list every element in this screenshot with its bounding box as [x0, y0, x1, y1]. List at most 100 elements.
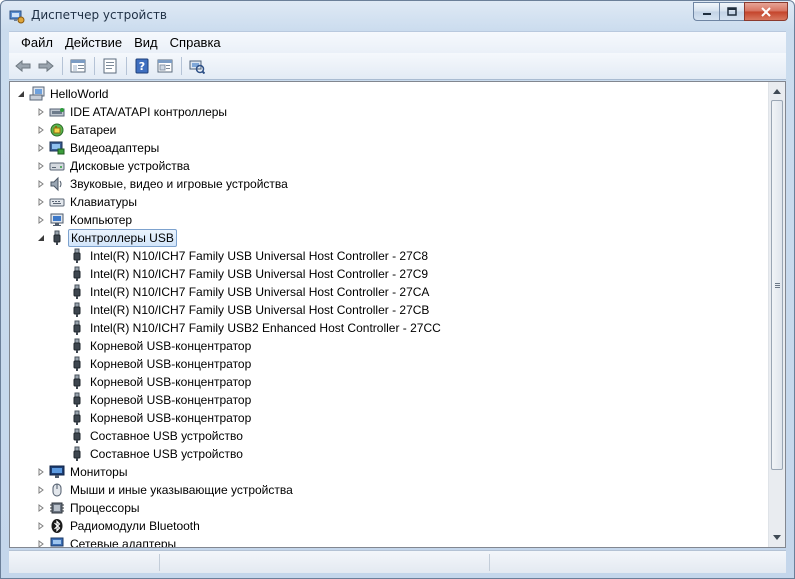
tree-category[interactable]: Видеоадаптеры — [36, 139, 161, 157]
forward-button[interactable] — [35, 55, 57, 77]
tree-category[interactable]: IDE ATA/ATAPI контроллеры — [36, 103, 229, 121]
menu-action[interactable]: Действие — [59, 35, 128, 50]
tree-device-label[interactable]: Intel(R) N10/ICH7 Family USB Universal H… — [88, 284, 431, 300]
expand-arrow-icon[interactable] — [36, 539, 46, 547]
show-hide-tree-icon — [70, 59, 86, 73]
tree-category-label[interactable]: Радиомодули Bluetooth — [68, 518, 202, 534]
usb-plug-icon — [49, 230, 65, 246]
expand-arrow-icon[interactable] — [36, 485, 46, 495]
expand-arrow-icon[interactable] — [36, 179, 46, 189]
scroll-thumb-grip — [775, 285, 780, 286]
help-button[interactable]: ? — [131, 55, 153, 77]
tree-root[interactable]: HelloWorld — [16, 85, 110, 103]
tree-category-label[interactable]: IDE ATA/ATAPI контроллеры — [68, 104, 229, 120]
tree-category[interactable]: Мыши и иные указывающие устройства — [36, 481, 295, 499]
forward-icon — [38, 59, 54, 73]
tree-device[interactable]: Intel(R) N10/ICH7 Family USB2 Enhanced H… — [69, 319, 443, 337]
tree-category[interactable]: Компьютер — [36, 211, 134, 229]
usb-plug-icon — [69, 410, 85, 426]
toolbar: ? — [9, 53, 786, 80]
tree-category[interactable]: Мониторы — [36, 463, 129, 481]
scroll-up-button[interactable] — [769, 83, 785, 99]
device-tree[interactable]: HelloWorld IDE ATA/ATAPI контроллеры Бат… — [10, 82, 770, 547]
tree-category[interactable]: Процессоры — [36, 499, 142, 517]
tree-category-label[interactable]: Процессоры — [68, 500, 142, 516]
expand-arrow-icon[interactable] — [36, 197, 46, 207]
expand-arrow-icon[interactable] — [36, 161, 46, 171]
expand-arrow-icon[interactable] — [36, 521, 46, 531]
tree-device-label[interactable]: Составное USB устройство — [88, 428, 245, 444]
back-button[interactable] — [12, 55, 34, 77]
tree-device[interactable]: Корневой USB-концентратор — [69, 337, 253, 355]
computer-icon — [29, 86, 45, 102]
tree-category-label[interactable]: Сетевые адаптеры — [68, 536, 178, 547]
tree-device-label[interactable]: Intel(R) N10/ICH7 Family USB Universal H… — [88, 302, 431, 318]
expand-arrow-icon[interactable] — [36, 107, 46, 117]
tree-category-label[interactable]: Контроллеры USB — [68, 229, 177, 247]
close-icon — [761, 6, 771, 17]
monitor-icon — [49, 464, 65, 480]
scroll-down-button[interactable] — [769, 530, 785, 546]
usb-plug-icon — [69, 302, 85, 318]
expand-arrow-icon[interactable] — [36, 215, 46, 225]
tree-category-label[interactable]: Компьютер — [68, 212, 134, 228]
tree-device[interactable]: Intel(R) N10/ICH7 Family USB Universal H… — [69, 247, 430, 265]
maximize-button[interactable] — [719, 2, 744, 21]
menu-file[interactable]: Файл — [15, 35, 59, 50]
tree-category[interactable]: Сетевые адаптеры — [36, 535, 178, 547]
tree-device-label[interactable]: Составное USB устройство — [88, 446, 245, 462]
scroll-thumb[interactable] — [771, 100, 783, 470]
tree-category[interactable]: Батареи — [36, 121, 118, 139]
collapse-arrow-icon[interactable] — [36, 233, 46, 243]
tree-category-label[interactable]: Батареи — [68, 122, 118, 138]
minimize-button[interactable] — [693, 2, 719, 21]
caption-buttons — [693, 2, 788, 22]
scroll-down-arrow-icon — [773, 535, 781, 540]
expand-arrow-icon[interactable] — [36, 125, 46, 135]
tree-device[interactable]: Intel(R) N10/ICH7 Family USB Universal H… — [69, 283, 431, 301]
title-bar[interactable]: Диспетчер устройств — [1, 1, 794, 31]
collapse-arrow-icon[interactable] — [16, 89, 26, 99]
tree-device-label[interactable]: Корневой USB-концентратор — [88, 338, 253, 354]
tree-device[interactable]: Корневой USB-концентратор — [69, 391, 253, 409]
close-button[interactable] — [744, 2, 788, 21]
expand-arrow-icon[interactable] — [36, 143, 46, 153]
menu-view[interactable]: Вид — [128, 35, 164, 50]
tree-category[interactable]: Звуковые, видео и игровые устройства — [36, 175, 290, 193]
tree-device[interactable]: Корневой USB-концентратор — [69, 355, 253, 373]
tree-category[interactable]: Радиомодули Bluetooth — [36, 517, 202, 535]
expand-arrow-icon[interactable] — [36, 467, 46, 477]
tree-device[interactable]: Intel(R) N10/ICH7 Family USB Universal H… — [69, 265, 430, 283]
tree-category-label[interactable]: Видеоадаптеры — [68, 140, 161, 156]
tree-device-label[interactable]: Intel(R) N10/ICH7 Family USB2 Enhanced H… — [88, 320, 443, 336]
tree-category-label[interactable]: Дисковые устройства — [68, 158, 192, 174]
tree-device-label[interactable]: Корневой USB-концентратор — [88, 356, 253, 372]
tree-category-label[interactable]: Клавиатуры — [68, 194, 139, 210]
tree-category-label[interactable]: Мыши и иные указывающие устройства — [68, 482, 295, 498]
tree-device-label[interactable]: Intel(R) N10/ICH7 Family USB Universal H… — [88, 266, 430, 282]
tree-category-usb[interactable]: Контроллеры USB — [36, 229, 177, 247]
tree-device-label[interactable]: Корневой USB-концентратор — [88, 392, 253, 408]
tree-device[interactable]: Составное USB устройство — [69, 445, 245, 463]
tree-device[interactable]: Составное USB устройство — [69, 427, 245, 445]
vertical-scrollbar[interactable] — [768, 82, 785, 547]
scan-hardware-button[interactable] — [186, 55, 208, 77]
tree-device[interactable]: Корневой USB-концентратор — [69, 373, 253, 391]
scroll-thumb-grip — [775, 287, 780, 288]
show-hide-tree-button[interactable] — [67, 55, 89, 77]
tree-category[interactable]: Дисковые устройства — [36, 157, 192, 175]
menu-help[interactable]: Справка — [164, 35, 227, 50]
tree-root-label[interactable]: HelloWorld — [48, 86, 110, 102]
properties-button[interactable] — [99, 55, 121, 77]
tree-device-label[interactable]: Корневой USB-концентратор — [88, 410, 253, 426]
device-manager-window: Диспетчер устройств Файл Действие Вид Сп… — [0, 0, 795, 579]
tree-device[interactable]: Intel(R) N10/ICH7 Family USB Universal H… — [69, 301, 431, 319]
view-button[interactable] — [154, 55, 176, 77]
tree-device[interactable]: Корневой USB-концентратор — [69, 409, 253, 427]
expand-arrow-icon[interactable] — [36, 503, 46, 513]
tree-device-label[interactable]: Корневой USB-концентратор — [88, 374, 253, 390]
tree-category-label[interactable]: Мониторы — [68, 464, 129, 480]
tree-category[interactable]: Клавиатуры — [36, 193, 139, 211]
tree-category-label[interactable]: Звуковые, видео и игровые устройства — [68, 176, 290, 192]
tree-device-label[interactable]: Intel(R) N10/ICH7 Family USB Universal H… — [88, 248, 430, 264]
